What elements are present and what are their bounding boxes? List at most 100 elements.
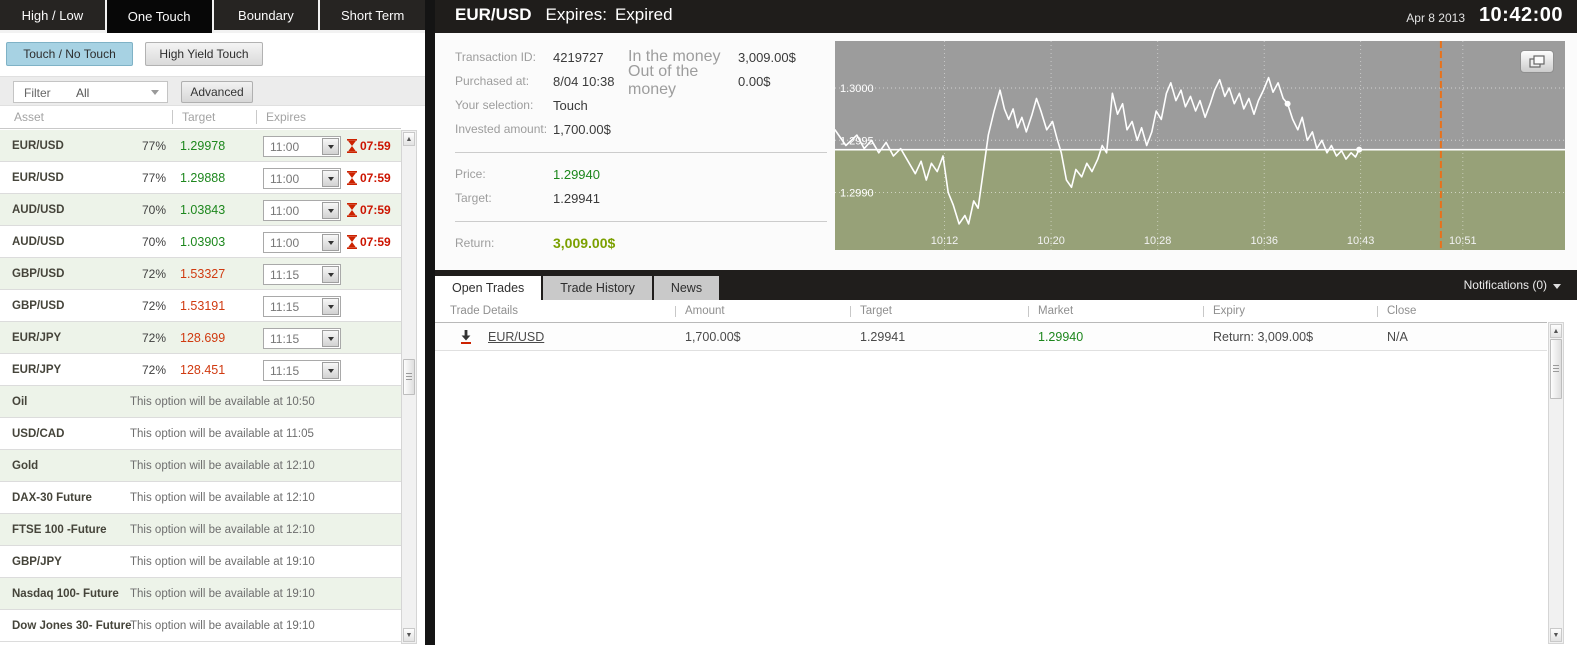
expiry-select-button[interactable] xyxy=(322,298,339,315)
countdown-value: 07:59 xyxy=(360,130,391,162)
asset-row[interactable]: FTSE 100 -Future xyxy=(0,514,401,546)
expiry-select[interactable]: 11:15 xyxy=(263,296,341,317)
availability-message: This option will be available at 12:10 xyxy=(130,482,315,514)
asset-payout: 70% xyxy=(142,226,166,258)
chevron-down-icon xyxy=(1553,284,1561,289)
trades-scrollbar[interactable]: ▲ ▼ xyxy=(1548,322,1564,644)
trade-close: N/A xyxy=(1377,330,1537,344)
asset-row[interactable]: Nasdaq 100- Future xyxy=(0,578,401,610)
asset-row[interactable]: GBP/USD 72% 1.53191 11:15 xyxy=(0,290,401,322)
availability-message: This option will be available at 12:10 xyxy=(130,450,315,482)
price-value: 1.29940 xyxy=(553,167,600,182)
divider-line xyxy=(455,221,827,222)
scroll-down-button[interactable]: ▼ xyxy=(1550,628,1562,642)
asset-name: GBP/JPY xyxy=(12,546,62,578)
chevron-down-icon xyxy=(328,273,334,277)
trade-expiry: Return: 3,009.00$ xyxy=(1203,330,1377,344)
instrument-name: EUR/USD xyxy=(455,5,532,25)
trades-tab[interactable]: Trade History xyxy=(543,276,652,300)
touch-no-touch-button[interactable]: Touch / No Touch xyxy=(6,42,133,66)
asset-row[interactable]: GBP/USD 72% 1.53327 11:15 xyxy=(0,258,401,290)
asset-name: Oil xyxy=(12,386,27,418)
detail-row: Out of the money 0.00$ xyxy=(628,69,796,93)
trade-asset-link[interactable]: EUR/USD xyxy=(488,330,544,344)
scroll-up-button[interactable]: ▲ xyxy=(1550,324,1562,338)
expiry-select[interactable]: 11:00 xyxy=(263,136,341,157)
expiry-select[interactable]: 11:15 xyxy=(263,360,341,381)
chevron-down-icon xyxy=(328,209,334,213)
option-type-tab[interactable]: High / Low xyxy=(0,0,105,30)
asset-row[interactable]: EUR/USD 77% 1.29888 11:00 xyxy=(0,162,401,194)
scrollbar-thumb[interactable] xyxy=(403,359,415,395)
trade-row[interactable]: EUR/USD 1,700.00$ 1.29941 1.29940 Return… xyxy=(435,323,1547,351)
countdown-timer: 07:59 xyxy=(347,162,391,194)
expiry-select-button[interactable] xyxy=(322,362,339,379)
divider-line xyxy=(455,152,827,153)
svg-text:10:12: 10:12 xyxy=(931,235,959,247)
asset-name: USD/CAD xyxy=(12,418,64,450)
asset-row[interactable]: Dow Jones 30- Future xyxy=(0,610,401,642)
expiry-select-value: 11:15 xyxy=(270,363,299,379)
detail-rows-right: In the money 3,009.00$ Out of the money … xyxy=(628,45,796,93)
asset-row[interactable]: GBP/JPY xyxy=(0,546,401,578)
column-close: Close xyxy=(1377,305,1537,317)
expiry-select-value: 11:00 xyxy=(270,235,299,251)
notifications-toggle[interactable]: Notifications (0) xyxy=(1464,278,1561,292)
expiry-select[interactable]: 11:00 xyxy=(263,200,341,221)
asset-payout: 77% xyxy=(142,130,166,162)
detail-label: Invested amount: xyxy=(455,122,553,136)
high-yield-touch-button[interactable]: High Yield Touch xyxy=(145,42,263,66)
availability-message: This option will be available at 11:05 xyxy=(130,418,314,450)
svg-text:10:20: 10:20 xyxy=(1037,235,1065,247)
option-type-tab[interactable]: One Touch xyxy=(107,0,212,33)
chart-expand-button[interactable] xyxy=(1520,50,1554,73)
scroll-up-button[interactable]: ▲ xyxy=(403,132,415,146)
asset-row[interactable]: EUR/USD 77% 1.29978 11:00 xyxy=(0,130,401,162)
expires-value: Expired xyxy=(615,5,673,25)
trades-area: Open Trades Trade History News Notificat… xyxy=(435,270,1577,645)
asset-target-price: 1.53191 xyxy=(180,290,225,322)
expiry-select-button[interactable] xyxy=(322,330,339,347)
expiry-select-button[interactable] xyxy=(322,202,339,219)
chevron-down-icon xyxy=(328,337,334,341)
scrollbar-thumb[interactable] xyxy=(1550,339,1562,399)
expiry-select[interactable]: 11:15 xyxy=(263,328,341,349)
asset-name: GBP/USD xyxy=(12,258,64,290)
filter-dropdown[interactable]: Filter All xyxy=(13,81,168,103)
asset-row[interactable]: USD/CAD xyxy=(0,418,401,450)
countdown-timer: 07:59 xyxy=(347,130,391,162)
expiry-select[interactable]: 11:00 xyxy=(263,168,341,189)
asset-row[interactable]: EUR/JPY 72% 128.451 11:15 xyxy=(0,354,401,386)
asset-list-scrollbar[interactable]: ▲ ▼ xyxy=(401,130,417,644)
trades-tab[interactable]: News xyxy=(654,276,719,300)
asset-row[interactable]: AUD/USD 70% 1.03843 11:00 xyxy=(0,194,401,226)
expiry-select-button[interactable] xyxy=(322,138,339,155)
trades-tab[interactable]: Open Trades xyxy=(435,276,541,300)
return-row: Return: 3,009.00$ xyxy=(455,231,850,255)
hourglass-icon xyxy=(347,203,357,217)
asset-payout: 72% xyxy=(142,290,166,322)
asset-row[interactable]: Gold xyxy=(0,450,401,482)
expiry-select-button[interactable] xyxy=(322,170,339,187)
expiry-select[interactable]: 11:15 xyxy=(263,264,341,285)
expiry-select-value: 11:00 xyxy=(270,139,299,155)
expiry-select-button[interactable] xyxy=(322,266,339,283)
option-type-tab[interactable]: Boundary xyxy=(214,0,319,30)
expiry-select[interactable]: 11:00 xyxy=(263,232,341,253)
chevron-down-icon xyxy=(328,145,334,149)
option-type-tab[interactable]: Short Term xyxy=(320,0,425,30)
asset-row[interactable]: AUD/USD 70% 1.03903 11:00 xyxy=(0,226,401,258)
svg-text:10:28: 10:28 xyxy=(1144,235,1172,247)
expiry-select-value: 11:15 xyxy=(270,299,299,315)
asset-payout: 72% xyxy=(142,322,166,354)
scroll-down-button[interactable]: ▼ xyxy=(403,628,415,642)
asset-name: Gold xyxy=(12,450,38,482)
asset-list-header: Asset Target Expires xyxy=(0,108,401,129)
filter-label: Filter xyxy=(24,86,51,100)
availability-message: This option will be available at 19:10 xyxy=(130,578,315,610)
advanced-button[interactable]: Advanced xyxy=(181,81,253,103)
asset-row[interactable]: Oil xyxy=(0,386,401,418)
asset-row[interactable]: EUR/JPY 72% 128.699 11:15 xyxy=(0,322,401,354)
asset-row[interactable]: DAX-30 Future xyxy=(0,482,401,514)
expiry-select-button[interactable] xyxy=(322,234,339,251)
